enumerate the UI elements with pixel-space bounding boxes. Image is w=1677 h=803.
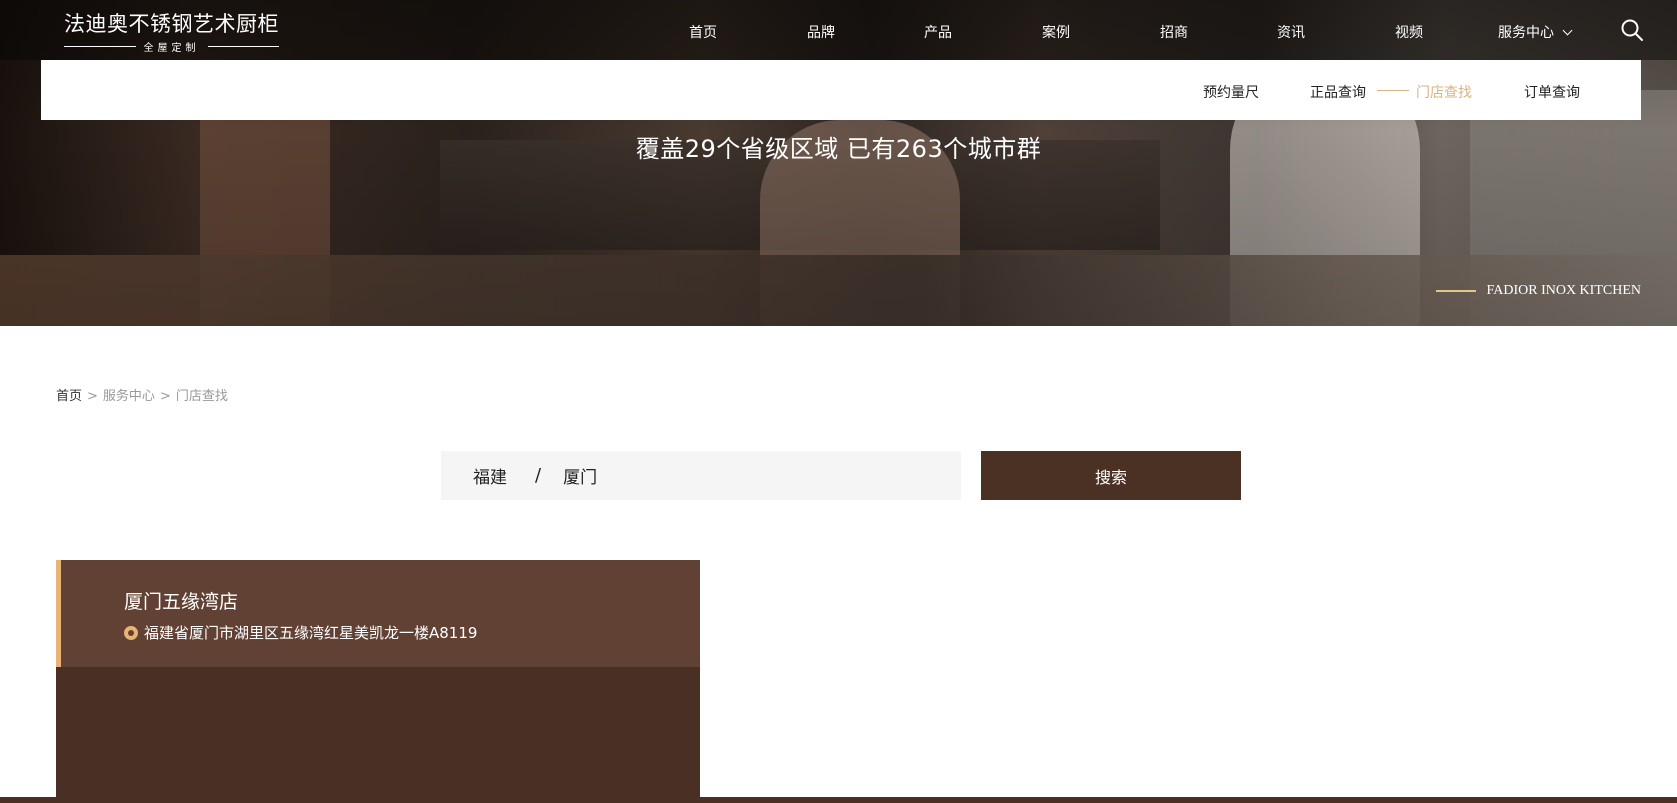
subnav-order-query[interactable]: 订单查询 — [1524, 82, 1580, 102]
search-icon[interactable] — [1620, 18, 1644, 42]
logo[interactable]: 法迪奥不锈钢艺术厨柜 全屋定制 — [64, 8, 279, 54]
footer-strip — [0, 797, 1677, 803]
top-navbar: 法迪奥不锈钢艺术厨柜 全屋定制 首页 品牌 产品 案例 招商 资讯 视频 服务中… — [0, 0, 1677, 60]
region-separator: / — [535, 465, 542, 486]
location-pin-icon — [124, 625, 138, 640]
nav-news[interactable]: 资讯 — [1277, 22, 1305, 42]
nav-franchise[interactable]: 招商 — [1160, 22, 1188, 42]
region-selector[interactable]: 福建 / 厦门 — [441, 451, 961, 500]
service-subnav: 预约量尺 正品查询 门店查找 订单查询 — [41, 60, 1641, 120]
store-list-item[interactable]: 厦门五缘湾店 福建省厦门市湖里区五缘湾红星美凯龙一楼A8119 — [56, 560, 700, 667]
chevron-down-icon — [1562, 25, 1573, 36]
nav-home[interactable]: 首页 — [689, 22, 717, 42]
city-select[interactable]: 厦门 — [563, 463, 597, 488]
store-name: 厦门五缘湾店 — [124, 591, 239, 613]
nav-products[interactable]: 产品 — [924, 22, 952, 42]
tagline-text: FADIOR INOX KITCHEN — [1486, 283, 1641, 298]
hero-headline: 覆盖29个省级区域 已有263个城市群 — [635, 135, 1042, 163]
search-button[interactable]: 搜索 — [981, 451, 1241, 500]
logo-title: 法迪奥不锈钢艺术厨柜 — [64, 12, 279, 36]
nav-service-center[interactable]: 服务中心 — [1498, 22, 1573, 42]
province-select[interactable]: 福建 — [473, 463, 507, 488]
breadcrumb-service-center[interactable]: 服务中心 — [103, 389, 155, 404]
subnav-measure-appointment[interactable]: 预约量尺 — [1203, 82, 1259, 102]
nav-brand[interactable]: 品牌 — [807, 22, 835, 42]
subnav-authenticity-check[interactable]: 正品查询 — [1310, 82, 1366, 102]
breadcrumb-home[interactable]: 首页 — [56, 389, 82, 404]
subnav-active-indicator — [1377, 90, 1409, 91]
store-result-card: 厦门五缘湾店 福建省厦门市湖里区五缘湾红星美凯龙一楼A8119 — [56, 560, 700, 803]
breadcrumb: 首页 > 服务中心 > 门店查找 — [56, 389, 228, 404]
breadcrumb-current: 门店查找 — [175, 389, 228, 404]
logo-subtitle: 全屋定制 — [64, 39, 279, 54]
nav-cases[interactable]: 案例 — [1042, 22, 1070, 42]
subnav-store-locator[interactable]: 门店查找 — [1416, 82, 1472, 102]
store-address: 福建省厦门市湖里区五缘湾红星美凯龙一楼A8119 — [124, 622, 477, 643]
nav-video[interactable]: 视频 — [1395, 22, 1423, 42]
hero-brand-tagline: FADIOR INOX KITCHEN — [1436, 283, 1641, 299]
tagline-rule — [1436, 290, 1477, 292]
